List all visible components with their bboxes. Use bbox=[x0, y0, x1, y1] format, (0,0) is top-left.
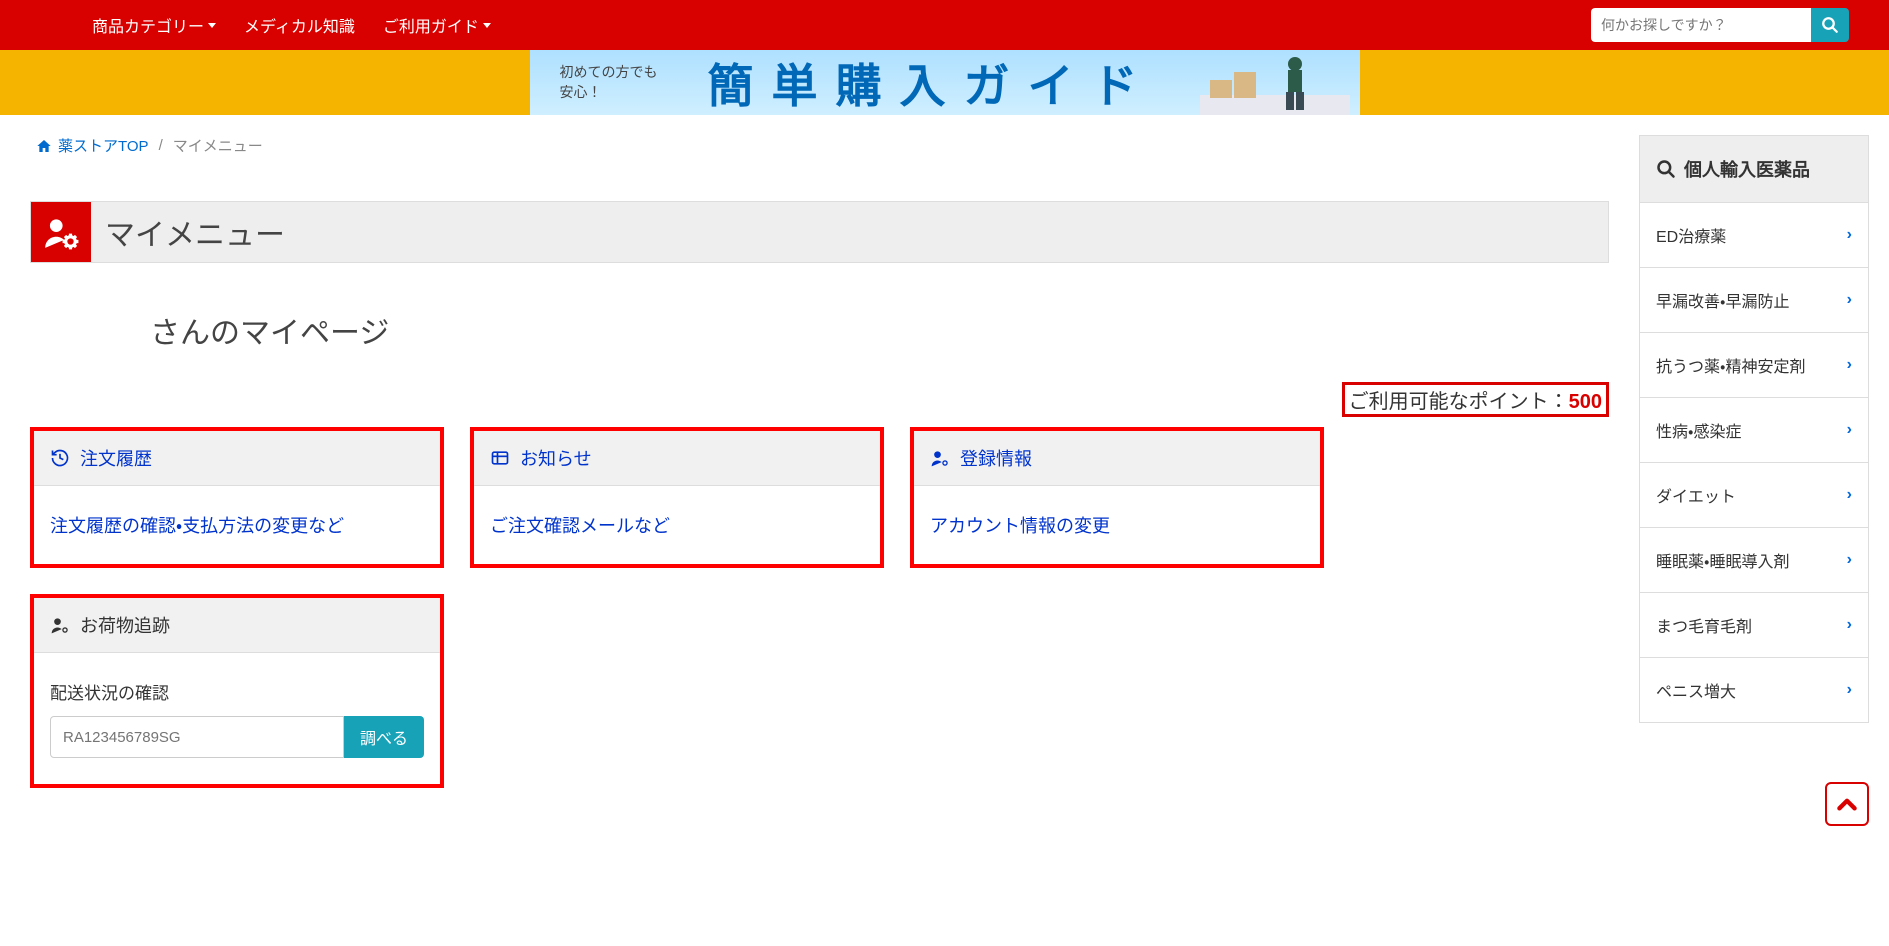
sidebar-item-label: 性病・感染症 bbox=[1656, 418, 1741, 442]
card-link-news[interactable]: ご注文確認メールなど bbox=[490, 516, 670, 536]
card-head-label: 注文履歴 bbox=[80, 445, 152, 471]
card-link-order-history[interactable]: 注文履歴の確認・支払方法の変更など bbox=[50, 516, 344, 536]
breadcrumb: 薬ストアTOP / マイメニュー bbox=[30, 135, 1609, 156]
points-box: ご利用可能なポイント： 500 bbox=[1342, 382, 1609, 417]
points-row: ご利用可能なポイント： 500 bbox=[30, 382, 1609, 417]
banner-bar: 初めての方でも 安心！ 簡単購入ガイド bbox=[0, 50, 1889, 115]
banner-title: 簡単購入ガイド bbox=[708, 50, 1156, 115]
card-head: お荷物追跡 bbox=[34, 598, 440, 653]
nav-item-label: メディカル知識 bbox=[244, 13, 355, 37]
home-icon bbox=[36, 138, 52, 154]
sidebar-item[interactable]: 性病・感染症 › bbox=[1639, 398, 1869, 463]
card-body: アカウント情報の変更 bbox=[914, 486, 1320, 564]
points-label: ご利用可能なポイント： bbox=[1349, 385, 1569, 414]
sidebar-item[interactable]: ダイエット › bbox=[1639, 463, 1869, 528]
sidebar-item-label: まつ毛育毛剤 bbox=[1656, 613, 1752, 637]
card-body: 配送状況の確認 調べる bbox=[34, 653, 440, 784]
card-order-history: 注文履歴 注文履歴の確認・支払方法の変更など bbox=[30, 427, 444, 568]
sidebar-item[interactable]: ペニス増大 › bbox=[1639, 658, 1869, 723]
user-cog-icon bbox=[930, 448, 950, 468]
card-head-label: お知らせ bbox=[520, 445, 592, 471]
chevron-right-icon: › bbox=[1847, 226, 1852, 244]
banner-subtitle: 初めての方でも 安心！ bbox=[530, 63, 658, 102]
card-head-label: 登録情報 bbox=[960, 445, 1032, 471]
card-head: 注文履歴 bbox=[34, 431, 440, 486]
chevron-right-icon: › bbox=[1847, 356, 1852, 374]
sidebar-item-label: 睡眠薬・睡眠導入剤 bbox=[1656, 548, 1789, 572]
card-head-label: お荷物追跡 bbox=[80, 612, 170, 638]
sidebar-item-label: ED治療薬 bbox=[1656, 223, 1726, 247]
sidebar-item-label: 抗うつ薬・精神安定剤 bbox=[1656, 353, 1805, 377]
scroll-top-button[interactable] bbox=[1825, 782, 1869, 826]
banner-illustration bbox=[1200, 50, 1350, 115]
banner-sub-line2: 安心！ bbox=[560, 83, 658, 103]
nav-item-label: ご利用ガイド bbox=[383, 13, 479, 37]
sidebar-item[interactable]: まつ毛育毛剤 › bbox=[1639, 593, 1869, 658]
card-news: お知らせ ご注文確認メールなど bbox=[470, 427, 884, 568]
sidebar-list: ED治療薬 › 早漏改善・早漏防止 › 抗うつ薬・精神安定剤 › 性病・感染症 › ダイ… bbox=[1639, 203, 1869, 723]
user-cog-icon bbox=[50, 615, 70, 635]
nav-item-medical[interactable]: メディカル知識 bbox=[232, 5, 367, 45]
sidebar-heading-label: 個人輸入医薬品 bbox=[1684, 156, 1810, 182]
tracking-label: 配送状況の確認 bbox=[50, 679, 424, 704]
card-link-account[interactable]: アカウント情報の変更 bbox=[930, 516, 1110, 536]
top-nav-right bbox=[1591, 8, 1849, 42]
search-icon bbox=[1821, 16, 1839, 34]
breadcrumb-home-label: 薬ストアTOP bbox=[58, 135, 149, 156]
tracking-input[interactable] bbox=[50, 716, 344, 758]
tracking-row: 調べる bbox=[50, 716, 424, 758]
sidebar-item-label: ペニス増大 bbox=[1656, 678, 1736, 702]
sidebar-item-label: 早漏改善・早漏防止 bbox=[1656, 288, 1789, 312]
chevron-down-icon bbox=[208, 23, 216, 28]
chevron-right-icon: › bbox=[1847, 551, 1852, 569]
heading-iconbox bbox=[31, 202, 91, 262]
top-nav-left: 商品カテゴリー メディカル知識 ご利用ガイド bbox=[40, 5, 503, 45]
nav-item-category[interactable]: 商品カテゴリー bbox=[80, 5, 228, 45]
chevron-right-icon: › bbox=[1847, 681, 1852, 699]
nav-item-guide[interactable]: ご利用ガイド bbox=[371, 5, 503, 45]
chevron-right-icon: › bbox=[1847, 486, 1852, 504]
page-heading: マイメニュー bbox=[30, 201, 1609, 263]
history-icon bbox=[50, 448, 70, 468]
sidebar-item[interactable]: 早漏改善・早漏防止 › bbox=[1639, 268, 1869, 333]
news-icon bbox=[490, 448, 510, 468]
search-button[interactable] bbox=[1811, 8, 1849, 42]
cards-grid: 注文履歴 注文履歴の確認・支払方法の変更など お知らせ ご注文確認メールなど bbox=[30, 427, 1609, 788]
top-nav: 商品カテゴリー メディカル知識 ご利用ガイド bbox=[0, 0, 1889, 50]
banner-sub-line1: 初めての方でも bbox=[560, 63, 658, 83]
card-account: 登録情報 アカウント情報の変更 bbox=[910, 427, 1324, 568]
chevron-right-icon: › bbox=[1847, 291, 1852, 309]
breadcrumb-separator: / bbox=[159, 137, 163, 154]
page-title: マイメニュー bbox=[91, 202, 1608, 262]
card-head: 登録情報 bbox=[914, 431, 1320, 486]
search-input[interactable] bbox=[1591, 8, 1811, 42]
sidebar-item-label: ダイエット bbox=[1656, 483, 1736, 507]
chevron-right-icon: › bbox=[1847, 616, 1852, 634]
search-icon bbox=[1656, 159, 1676, 179]
tracking-button[interactable]: 調べる bbox=[344, 716, 424, 758]
sidebar-heading: 個人輸入医薬品 bbox=[1639, 135, 1869, 203]
mypage-title: さんのマイページ bbox=[30, 308, 1609, 352]
sidebar: 個人輸入医薬品 ED治療薬 › 早漏改善・早漏防止 › 抗うつ薬・精神安定剤 › 性病… bbox=[1639, 135, 1869, 723]
breadcrumb-home[interactable]: 薬ストアTOP bbox=[36, 135, 149, 156]
chevron-right-icon: › bbox=[1847, 421, 1852, 439]
card-head: お知らせ bbox=[474, 431, 880, 486]
card-body: 注文履歴の確認・支払方法の変更など bbox=[34, 486, 440, 564]
chevron-down-icon bbox=[483, 23, 491, 28]
card-body: ご注文確認メールなど bbox=[474, 486, 880, 564]
sidebar-item[interactable]: 抗うつ薬・精神安定剤 › bbox=[1639, 333, 1869, 398]
breadcrumb-current: マイメニュー bbox=[173, 135, 263, 156]
user-cog-icon bbox=[42, 213, 80, 251]
points-value: 500 bbox=[1569, 391, 1602, 414]
sidebar-item[interactable]: 睡眠薬・睡眠導入剤 › bbox=[1639, 528, 1869, 593]
card-tracking: お荷物追跡 配送状況の確認 調べる bbox=[30, 594, 444, 788]
sidebar-item[interactable]: ED治療薬 › bbox=[1639, 203, 1869, 268]
chevron-up-icon bbox=[1834, 791, 1860, 817]
nav-item-label: 商品カテゴリー bbox=[92, 13, 204, 37]
banner[interactable]: 初めての方でも 安心！ 簡単購入ガイド bbox=[530, 50, 1360, 115]
